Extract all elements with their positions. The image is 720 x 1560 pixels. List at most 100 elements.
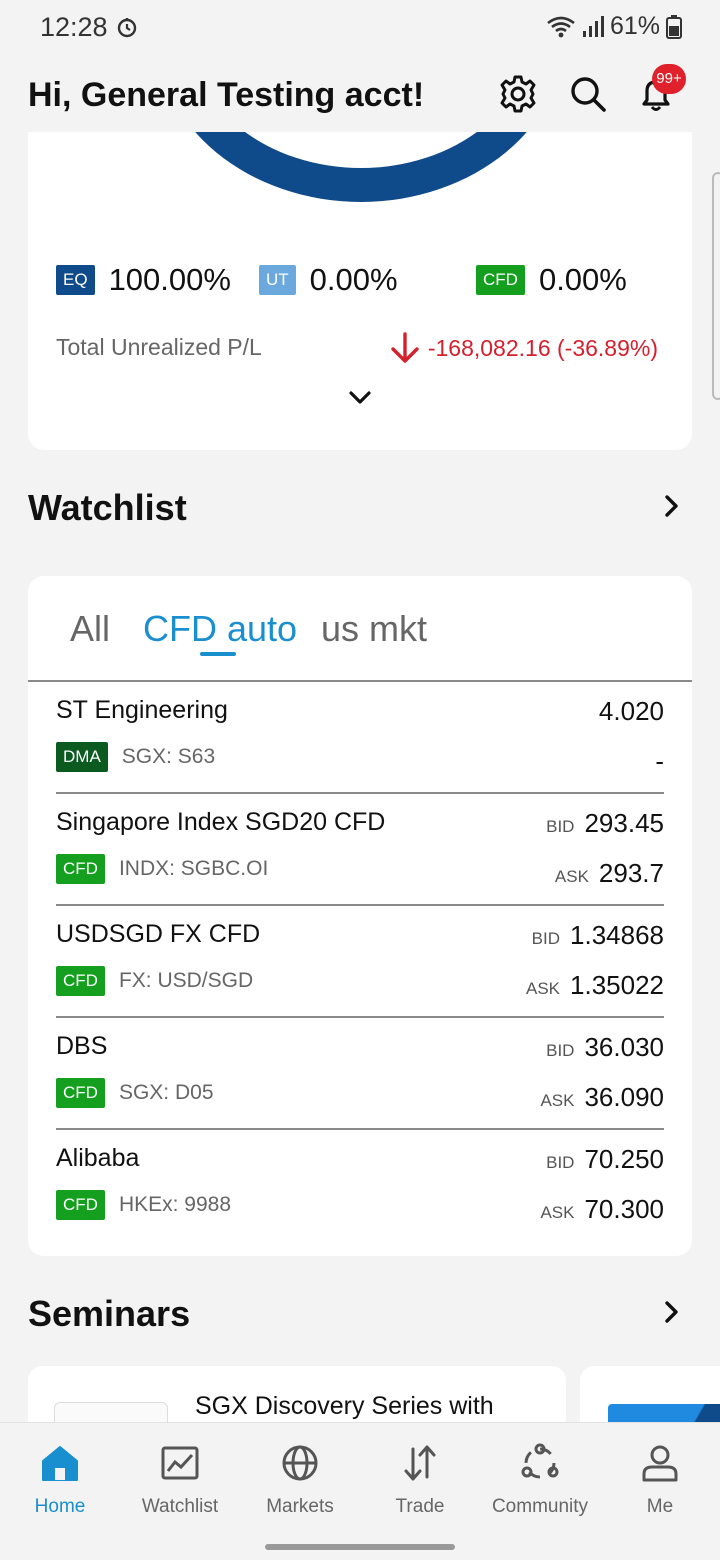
seminars-title: Seminars xyxy=(28,1293,191,1334)
watchlist-chevron-right-icon[interactable] xyxy=(662,494,682,518)
dma-tag: DMA xyxy=(56,742,108,772)
community-share-icon xyxy=(521,1443,559,1479)
instrument-exchange-code: FX: USD/SGD xyxy=(118,969,254,992)
instrument-name: Alibaba xyxy=(56,1144,140,1172)
bid-label: BID xyxy=(546,1041,575,1060)
bid-label: BID xyxy=(546,817,575,836)
cfd-tag: CFD xyxy=(476,265,525,295)
allocation-eq: EQ 100.00% xyxy=(56,262,231,298)
cfd-tag: CFD xyxy=(56,1078,105,1108)
last-price: 4.020 xyxy=(599,696,664,727)
instrument-exchange-code: SGX: D05 xyxy=(118,1081,214,1104)
instrument-code: CFD HKEx: 9988 xyxy=(56,1190,231,1220)
watchlist-row[interactable]: ST Engineering DMA SGX: S63 4.020 - xyxy=(56,682,664,794)
search-icon[interactable] xyxy=(568,74,608,114)
watchlist-card: All CFD auto us mkt ST Engineering DMA S… xyxy=(28,576,692,1256)
nav-community-label: Community xyxy=(491,1496,589,1517)
side-panel-handle[interactable] xyxy=(712,172,720,400)
bottom-navigation: Home Watchlist Markets Trade Community M… xyxy=(0,1422,720,1560)
instrument-code: CFD SGX: D05 xyxy=(56,1078,214,1108)
instrument-exchange-code: HKEx: 9988 xyxy=(118,1193,232,1216)
watchlist-title: Watchlist xyxy=(28,487,187,528)
ut-percent: 0.00% xyxy=(309,262,398,297)
wifi-icon xyxy=(547,16,575,37)
cfd-tag: CFD xyxy=(56,854,105,884)
bid-value: 36.030 xyxy=(584,1032,664,1062)
bid-label: BID xyxy=(546,1153,575,1172)
price-change: - xyxy=(655,746,664,777)
home-icon xyxy=(42,1446,78,1481)
bid-price: BID 70.250 xyxy=(546,1144,664,1175)
ut-tag: UT xyxy=(259,265,296,295)
nav-me-label: Me xyxy=(646,1496,674,1517)
instrument-name: DBS xyxy=(56,1032,108,1060)
notification-badge: 99+ xyxy=(652,64,686,94)
swap-arrows-icon xyxy=(404,1445,436,1481)
allocation-ut: UT 0.00% xyxy=(259,262,398,298)
nav-me[interactable]: Me xyxy=(600,1443,720,1518)
seminar-title: SGX Discovery Series with xyxy=(195,1392,494,1420)
watchlist-tabs: All CFD auto us mkt xyxy=(28,576,692,682)
tab-us-mkt[interactable]: us mkt xyxy=(321,608,427,650)
ask-label: ASK xyxy=(554,867,589,886)
tab-all[interactable]: All xyxy=(70,608,110,650)
tab-cfd-auto[interactable]: CFD auto xyxy=(143,608,297,650)
unrealized-pl-value: -168,082.16 (-36.89%) xyxy=(390,332,658,364)
user-profile-icon xyxy=(642,1445,678,1482)
nav-home[interactable]: Home xyxy=(0,1443,120,1518)
watchlist-row[interactable]: USDSGD FX CFD CFD FX: USD/SGD BID 1.3486… xyxy=(56,906,664,1018)
unrealized-pl-amount: -168,082.16 (-36.89%) xyxy=(427,334,658,361)
active-tab-indicator xyxy=(200,652,236,656)
instrument-code: DMA SGX: S63 xyxy=(56,742,215,772)
eq-percent: 100.00% xyxy=(108,262,231,297)
chart-line-icon xyxy=(161,1446,199,1480)
bid-value: 1.34868 xyxy=(570,920,664,950)
eq-tag: EQ xyxy=(56,265,95,295)
bid-price: BID 293.45 xyxy=(546,808,664,839)
nav-community[interactable]: Community xyxy=(480,1443,600,1518)
instrument-exchange-code: SGX: S63 xyxy=(121,745,216,768)
instrument-code: CFD FX: USD/SGD xyxy=(56,966,253,996)
unrealized-pl-label: Total Unrealized P/L xyxy=(56,334,262,360)
nav-watchlist-label: Watchlist xyxy=(141,1496,219,1517)
bid-value: 70.250 xyxy=(584,1144,664,1174)
signal-icon xyxy=(582,15,604,37)
app-header: Hi, General Testing acct! 99+ xyxy=(0,56,720,132)
ask-price: ASK 293.7 xyxy=(555,858,664,889)
ask-label: ASK xyxy=(540,1091,575,1110)
chevron-down-icon[interactable] xyxy=(348,390,372,406)
settings-gear-icon[interactable] xyxy=(498,74,538,114)
battery-icon xyxy=(666,14,682,39)
allocation-donut-chart xyxy=(156,132,566,202)
ask-price: ASK 36.090 xyxy=(540,1082,664,1113)
ask-price: ASK 1.35022 xyxy=(526,970,664,1001)
nav-trade[interactable]: Trade xyxy=(360,1443,480,1518)
watchlist-row[interactable]: Singapore Index SGD20 CFD CFD INDX: SGBC… xyxy=(56,794,664,906)
instrument-name: ST Engineering xyxy=(56,696,228,724)
bid-label: BID xyxy=(531,929,561,948)
greeting: Hi, General Testing acct! xyxy=(28,76,425,114)
nav-markets[interactable]: Markets xyxy=(240,1443,360,1518)
bid-price: BID 36.030 xyxy=(546,1032,664,1063)
seminars-chevron-right-icon[interactable] xyxy=(662,1300,682,1324)
last-price-value: 4.020 xyxy=(598,696,664,726)
watchlist-row[interactable]: DBS CFD SGX: D05 BID 36.030 ASK 36.090 xyxy=(56,1018,664,1130)
ask-label: ASK xyxy=(525,979,561,998)
instrument-code: CFD INDX: SGBC.OI xyxy=(56,854,268,884)
system-home-indicator[interactable] xyxy=(265,1544,455,1550)
cfd-tag: CFD xyxy=(56,1190,105,1220)
ask-value: 36.090 xyxy=(584,1082,664,1112)
nav-watchlist[interactable]: Watchlist xyxy=(120,1443,240,1518)
status-bar: 12:28 61% xyxy=(0,0,720,56)
ask-value: 293.7 xyxy=(598,858,664,888)
instrument-name: Singapore Index SGD20 CFD xyxy=(56,808,386,836)
cfd-tag: CFD xyxy=(56,966,105,996)
status-indicators: 61% xyxy=(546,12,682,41)
ask-value: 1.35022 xyxy=(570,970,664,1000)
bid-price: BID 1.34868 xyxy=(532,920,664,951)
bid-value: 293.45 xyxy=(584,808,664,838)
ask-value: 70.300 xyxy=(584,1194,664,1224)
status-time: 12:28 xyxy=(40,12,108,42)
watchlist-row[interactable]: Alibaba CFD HKEx: 9988 BID 70.250 ASK 70… xyxy=(56,1130,664,1242)
price-change-value: - xyxy=(655,746,664,776)
